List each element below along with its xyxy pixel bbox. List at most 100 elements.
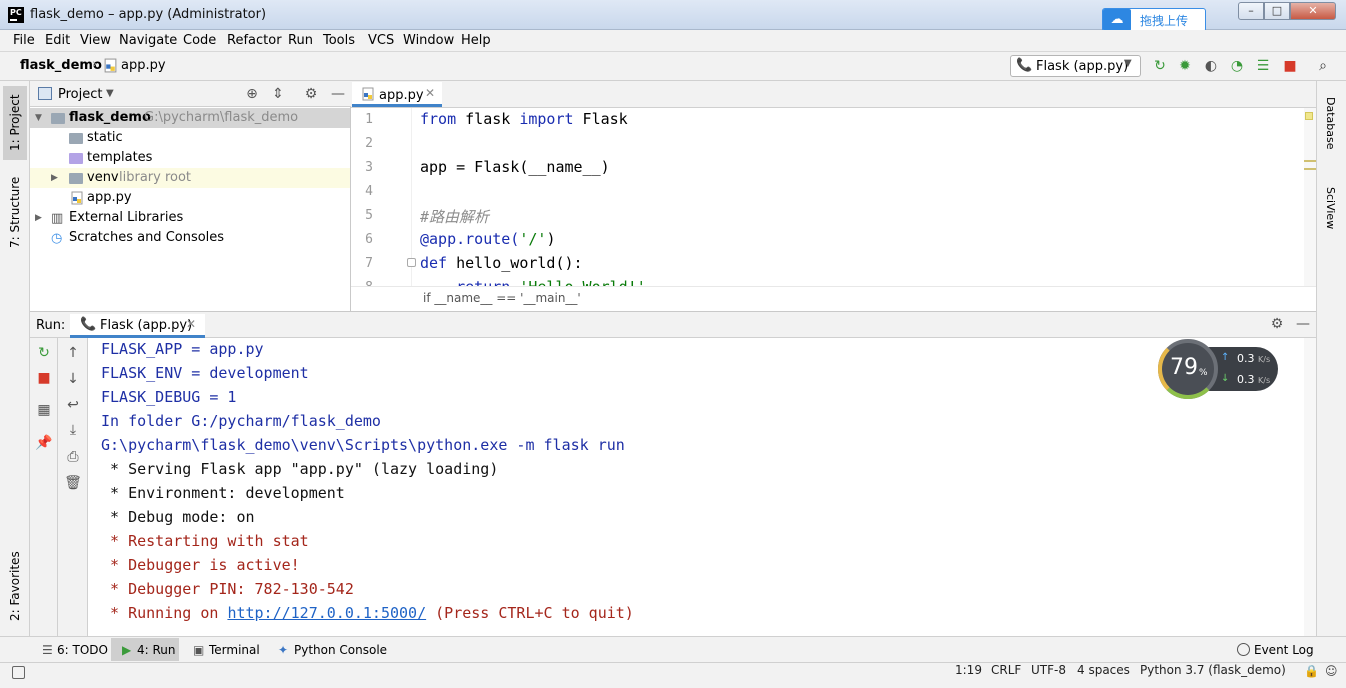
breadcrumb-separator: ›: [92, 57, 98, 72]
gear-icon[interactable]: ⚙: [302, 85, 320, 103]
arrow-down-icon[interactable]: ↓: [63, 369, 83, 389]
tool-tab-favorites[interactable]: 2: Favorites: [3, 540, 27, 632]
print-icon[interactable]: ⎙: [63, 447, 83, 467]
chevron-down-icon[interactable]: ▼: [106, 88, 114, 99]
code-decorator: @app.route(: [420, 230, 520, 248]
menu-tools[interactable]: Tools: [323, 33, 355, 48]
tree-item-static[interactable]: static: [87, 130, 123, 145]
menu-refactor[interactable]: Refactor: [227, 33, 282, 48]
debug-icon[interactable]: ✹: [1176, 57, 1194, 75]
tool-tab-structure[interactable]: 7: Structure: [3, 170, 27, 254]
profile-icon[interactable]: ◔: [1228, 57, 1246, 75]
inspection-status-icon[interactable]: [1305, 112, 1313, 120]
editor-tab-label: app.py: [379, 88, 424, 103]
console-line: FLASK_ENV = development: [101, 364, 309, 382]
tree-root-path: G:\pycharm\flask_demo: [144, 110, 299, 125]
coverage-icon[interactable]: ◐: [1202, 57, 1220, 75]
console-line: * Debug mode: on: [101, 508, 255, 526]
menu-help[interactable]: Help: [461, 33, 491, 48]
server-url-link[interactable]: http://127.0.0.1:5000/: [227, 604, 426, 622]
python-file-icon: [362, 87, 374, 101]
menu-vcs[interactable]: VCS: [368, 33, 394, 48]
tree-item-scratches[interactable]: Scratches and Consoles: [69, 230, 224, 245]
bottom-tab-python-console[interactable]: Python Console: [294, 643, 387, 657]
soft-wrap-icon[interactable]: ↩: [63, 395, 83, 415]
menu-edit[interactable]: Edit: [45, 33, 70, 48]
tree-item-templates[interactable]: templates: [87, 150, 152, 165]
status-indent[interactable]: 4 spaces: [1077, 663, 1130, 677]
chevron-down-icon: ▼: [1124, 58, 1132, 69]
stop-icon[interactable]: ■: [1281, 57, 1299, 75]
breadcrumb-project[interactable]: flask_demo: [20, 58, 102, 73]
collapsed-arrow-icon[interactable]: ▶: [51, 173, 58, 183]
search-everywhere-icon[interactable]: ⌕: [1314, 57, 1332, 75]
hide-panel-icon[interactable]: —: [329, 85, 347, 103]
arrow-up-icon[interactable]: ↑: [63, 343, 83, 363]
minimize-button[interactable]: –: [1238, 2, 1264, 20]
close-tab-icon[interactable]: ✕: [186, 317, 196, 331]
bottom-tab-todo[interactable]: 6: TODO: [57, 643, 108, 657]
tree-item-app-py[interactable]: app.py: [87, 190, 132, 205]
close-window-button[interactable]: ✕: [1290, 2, 1336, 20]
console-scrollbar[interactable]: [1304, 338, 1316, 636]
restore-layout-icon[interactable]: ▦: [34, 400, 54, 420]
maximize-button[interactable]: □: [1264, 2, 1290, 20]
line-number: 2: [365, 136, 373, 151]
bottom-tab-run[interactable]: 4: Run: [137, 643, 176, 657]
download-speed: 0.3 K/s: [1237, 373, 1270, 386]
gear-icon[interactable]: ⚙: [1268, 315, 1286, 333]
project-view-selector[interactable]: Project: [58, 87, 102, 102]
rerun-icon[interactable]: ↻: [34, 343, 54, 363]
pycharm-logo-icon: PC: [8, 7, 24, 23]
toggle-tool-windows-icon[interactable]: [12, 666, 25, 679]
warning-stripe[interactable]: [1304, 168, 1316, 170]
code-line-7: def hello_world():: [420, 254, 583, 272]
editor-tab-bar: [351, 81, 1316, 108]
menu-file[interactable]: File: [13, 33, 35, 48]
close-tab-icon[interactable]: ✕: [425, 86, 435, 100]
pin-icon[interactable]: 📌: [34, 433, 54, 453]
menu-window[interactable]: Window: [403, 33, 454, 48]
code-keyword: def: [420, 254, 448, 272]
status-caret-position[interactable]: 1:19: [955, 663, 982, 677]
editor-scrollbar[interactable]: [1304, 108, 1316, 286]
status-encoding[interactable]: UTF-8: [1031, 663, 1066, 677]
locate-icon[interactable]: ⊕: [243, 85, 261, 103]
code-string: '/': [519, 230, 547, 248]
rerun-icon[interactable]: ↻: [1151, 57, 1169, 75]
tool-tab-sciview[interactable]: SciView: [1318, 178, 1342, 238]
line-number: 4: [365, 184, 373, 199]
expanded-arrow-icon[interactable]: ▼: [35, 113, 42, 123]
status-interpreter[interactable]: Python 3.7 (flask_demo): [1140, 663, 1286, 677]
menu-run[interactable]: Run: [288, 33, 313, 48]
bottom-tab-terminal[interactable]: Terminal: [209, 643, 260, 657]
warning-stripe[interactable]: [1304, 160, 1316, 162]
code-line-1: from flask import Flask: [420, 110, 628, 128]
editor-breadcrumb[interactable]: if __name__ == '__main__': [423, 291, 581, 305]
stop-icon[interactable]: ■: [34, 368, 54, 388]
tool-tab-database[interactable]: Database: [1318, 88, 1342, 158]
menu-navigate[interactable]: Navigate: [119, 33, 177, 48]
flask-config-icon: 📞: [80, 317, 97, 332]
status-line-separator[interactable]: CRLF: [991, 663, 1021, 677]
tree-item-external-libraries[interactable]: External Libraries: [69, 210, 183, 225]
fold-marker-icon[interactable]: [407, 258, 416, 267]
scroll-to-end-icon[interactable]: ⤓: [63, 420, 83, 440]
lock-icon[interactable]: 🔒: [1304, 664, 1319, 678]
folder-icon: [69, 133, 83, 144]
bottom-tab-event-log[interactable]: Event Log: [1254, 643, 1314, 657]
menu-code[interactable]: Code: [183, 33, 216, 48]
collapsed-arrow-icon[interactable]: ▶: [35, 213, 42, 223]
tool-tab-project[interactable]: 1: Project: [3, 86, 27, 160]
code-line-6: @app.route('/'): [420, 230, 555, 248]
console-line: In folder G:/pycharm/flask_demo: [101, 412, 381, 430]
menu-view[interactable]: View: [80, 33, 111, 48]
collapse-all-icon[interactable]: ⇕: [269, 85, 287, 103]
concurrency-icon[interactable]: ☰: [1254, 57, 1272, 75]
console-line: FLASK_DEBUG = 1: [101, 388, 237, 406]
inspector-face-icon[interactable]: ☺: [1325, 664, 1338, 678]
folder-icon: [51, 113, 65, 124]
breadcrumb-file[interactable]: app.py: [121, 58, 166, 73]
hide-panel-icon[interactable]: —: [1294, 315, 1312, 333]
trash-icon[interactable]: 🗑: [63, 473, 83, 493]
